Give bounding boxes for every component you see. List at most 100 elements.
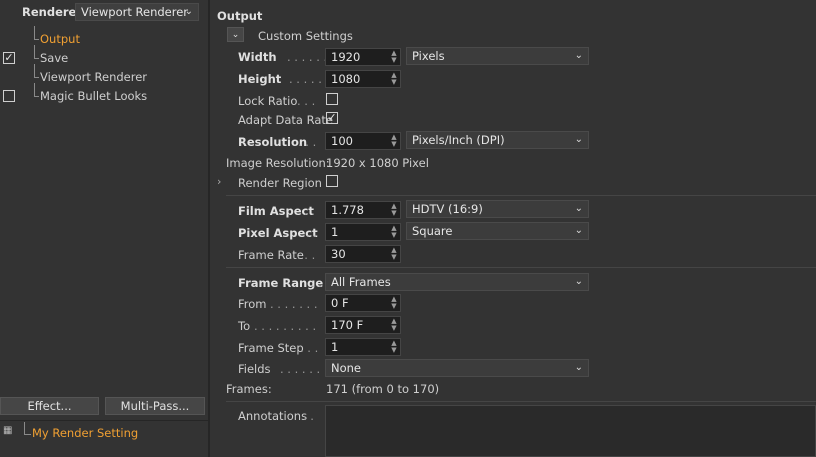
section-divider (226, 195, 816, 196)
height-field[interactable]: 1080 ▲ ▼ (325, 70, 401, 88)
width-unit-value: Pixels (412, 49, 445, 63)
frame-range-dots: . . (311, 276, 322, 290)
frame-step-field[interactable]: 1 ▲ ▼ (325, 338, 401, 356)
frame-step-value: 1 (331, 340, 339, 354)
renderer-value: Viewport Renderer (81, 5, 189, 19)
resolution-field[interactable]: 100 ▲ ▼ (325, 132, 401, 150)
film-aspect-preset: HDTV (16:9) (412, 202, 483, 216)
pixel-aspect-value: 1 (331, 225, 339, 239)
to-field[interactable]: 170 F ▲ ▼ (325, 316, 401, 334)
stepper-icon[interactable]: ▲ ▼ (390, 134, 398, 148)
chevron-down-icon: ⌄ (574, 362, 583, 373)
effect-button[interactable]: Effect... (0, 397, 99, 415)
width-dots: . . . . . . (287, 50, 328, 64)
chevron-down-icon: ⌄ (574, 134, 583, 145)
image-resolution-value: 1920 x 1080 Pixel (326, 156, 429, 170)
tree-connector (34, 64, 39, 78)
lock-ratio-checkbox[interactable] (326, 93, 338, 105)
height-value: 1080 (331, 72, 361, 86)
frames-label: Frames: (226, 382, 272, 396)
width-label: Width (238, 50, 277, 64)
stepper-icon[interactable]: ▲ ▼ (390, 50, 398, 64)
film-aspect-dropdown[interactable]: HDTV (16:9) ⌄ (406, 200, 589, 218)
resolution-value: 100 (331, 134, 353, 148)
stepper-icon[interactable]: ▲ ▼ (390, 72, 398, 86)
annotations-label: Annotations (238, 409, 308, 423)
frame-rate-label: Frame Rate (238, 248, 304, 262)
fields-value: None (331, 361, 362, 375)
stepper-icon[interactable]: ▲ ▼ (390, 318, 398, 332)
annotations-dots: . . (303, 409, 314, 423)
width-unit-dropdown[interactable]: Pixels ⌄ (406, 47, 589, 65)
from-label: From (238, 297, 267, 311)
film-aspect-label: Film Aspect (238, 204, 314, 218)
annotations-textarea[interactable] (325, 405, 816, 457)
render-region-label: Render Region (238, 176, 322, 190)
lock-ratio-dots: . . . (297, 94, 316, 108)
stepper-icon[interactable]: ▲ ▼ (390, 296, 398, 310)
render-setting-icon: ▦ (3, 425, 13, 436)
section-divider (226, 401, 816, 402)
film-aspect-dots: . . (304, 204, 315, 218)
chevron-down-icon: ⌄ (574, 276, 583, 287)
fields-dropdown[interactable]: None ⌄ (325, 359, 589, 377)
resolution-dots: . . . (298, 135, 317, 149)
from-value: 0 F (331, 296, 349, 310)
frame-rate-value: 30 (331, 247, 346, 261)
stepper-icon[interactable]: ▲ ▼ (390, 225, 398, 239)
tree-connector (34, 83, 39, 97)
output-panel: Output ⌄ Custom Settings Width . . . . .… (210, 0, 816, 457)
page-title: Output (217, 9, 263, 23)
fields-label: Fields (238, 362, 271, 376)
height-label: Height (238, 72, 282, 86)
render-setting-item[interactable]: My Render Setting (32, 426, 138, 440)
to-label: To (238, 319, 251, 333)
multipass-button[interactable]: Multi-Pass... (105, 397, 205, 415)
tree-item-magic-bullet-looks[interactable]: Magic Bullet Looks (40, 89, 147, 103)
fields-dots: . . . . . . (280, 362, 321, 376)
preset-toggle-button[interactable]: ⌄ (227, 27, 244, 42)
from-dots: . . . . . . . (270, 297, 318, 311)
frame-range-dropdown[interactable]: All Frames ⌄ (325, 273, 589, 291)
render-region-checkbox[interactable] (326, 175, 338, 187)
divider (0, 420, 208, 421)
renderer-label: Renderer (22, 5, 83, 19)
section-divider (226, 267, 816, 268)
stepper-icon[interactable]: ▲ ▼ (390, 203, 398, 217)
pixel-aspect-preset: Square (412, 224, 453, 238)
stepper-icon[interactable]: ▲ ▼ (390, 247, 398, 261)
stepper-icon[interactable]: ▲ ▼ (390, 340, 398, 354)
magic-bullet-checkbox[interactable] (3, 90, 15, 102)
width-field[interactable]: 1920 ▲ ▼ (325, 48, 401, 66)
resolution-unit-value: Pixels/Inch (DPI) (412, 133, 505, 147)
frames-value: 171 (from 0 to 170) (326, 382, 440, 396)
from-field[interactable]: 0 F ▲ ▼ (325, 294, 401, 312)
chevron-right-icon[interactable]: › (217, 175, 221, 188)
adapt-data-rate-checkbox[interactable]: ✓ (326, 112, 338, 124)
chevron-down-icon: ⌄ (184, 6, 193, 17)
tree-item-output[interactable]: Output (40, 32, 80, 46)
save-checkbox[interactable]: ✓ (3, 52, 15, 64)
to-value: 170 F (331, 318, 364, 332)
frame-rate-dots: . . . (297, 248, 316, 262)
lock-ratio-label: Lock Ratio (238, 94, 298, 108)
renderer-dropdown[interactable]: Viewport Renderer ⌄ (75, 3, 199, 21)
tree-connector (34, 26, 39, 40)
width-value: 1920 (331, 50, 361, 64)
resolution-unit-dropdown[interactable]: Pixels/Inch (DPI) ⌄ (406, 131, 589, 149)
chevron-down-icon: ⌄ (574, 50, 583, 61)
adapt-data-rate-label: Adapt Data Rate (238, 113, 333, 127)
tree-item-save[interactable]: Save (40, 51, 68, 65)
film-aspect-field[interactable]: 1.778 ▲ ▼ (325, 201, 401, 219)
chevron-down-icon: ⌄ (574, 203, 583, 214)
preset-label: Custom Settings (258, 29, 353, 43)
pixel-aspect-dropdown[interactable]: Square ⌄ (406, 222, 589, 240)
frame-step-dots: . . . (300, 341, 319, 355)
render-settings-sidebar: Renderer Viewport Renderer ⌄ Output ✓ Sa… (0, 0, 208, 457)
pixel-aspect-field[interactable]: 1 ▲ ▼ (325, 223, 401, 241)
resolution-label: Resolution (238, 135, 308, 149)
frame-rate-field[interactable]: 30 ▲ ▼ (325, 245, 401, 263)
height-dots: . . . . . . (289, 72, 330, 86)
tree-connector (34, 45, 39, 59)
tree-item-viewport-renderer[interactable]: Viewport Renderer (40, 70, 147, 84)
